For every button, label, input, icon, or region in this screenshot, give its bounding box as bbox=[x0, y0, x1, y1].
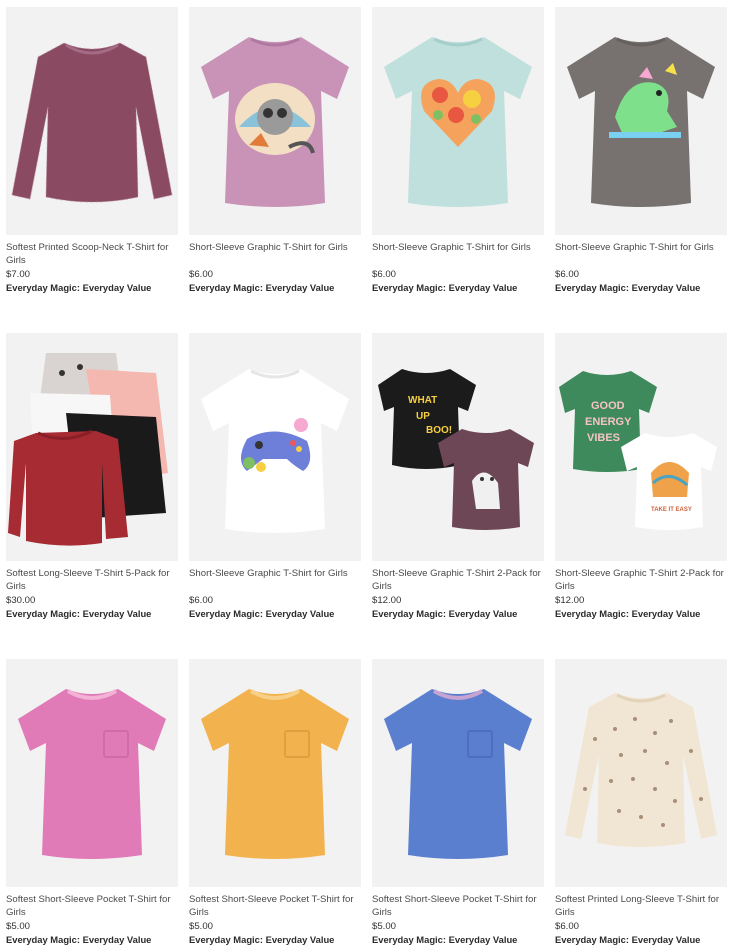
pink-pocket-tee-image bbox=[6, 659, 178, 887]
product-price: $7.00 bbox=[6, 269, 31, 280]
graphic-text-line-3: VIBES bbox=[587, 432, 620, 444]
product-price: $12.00 bbox=[555, 595, 585, 606]
burgundy-long-sleeve-tee-image bbox=[6, 7, 178, 235]
product-promo: Everyday Magic: Everyday Value bbox=[6, 282, 152, 293]
product-price: $6.00 bbox=[555, 921, 580, 932]
lilac-raccoon-graphic-tee-image bbox=[189, 7, 361, 235]
product-title[interactable]: Softest Short-Sleeve Pocket T-Shirt for … bbox=[6, 893, 178, 919]
product-card[interactable]: Softest Long-Sleeve T-Shirt 5-Pack for G… bbox=[6, 333, 178, 620]
product-title[interactable]: Softest Short-Sleeve Pocket T-Shirt for … bbox=[189, 893, 361, 919]
product-card[interactable]: Softest Printed Scoop-Neck T-Shirt for G… bbox=[6, 7, 178, 294]
product-price: $5.00 bbox=[372, 921, 397, 932]
graphic-text-line-2: UP bbox=[416, 411, 430, 422]
product-title[interactable]: Softest Short-Sleeve Pocket T-Shirt for … bbox=[372, 893, 544, 919]
product-promo: Everyday Magic: Everyday Value bbox=[555, 934, 701, 945]
product-promo: Everyday Magic: Everyday Value bbox=[372, 608, 518, 619]
product-card[interactable]: Short-Sleeve Graphic T-Shirt for Girls $… bbox=[189, 333, 361, 620]
product-image[interactable] bbox=[555, 659, 727, 887]
product-title[interactable]: Short-Sleeve Graphic T-Shirt 2-Pack for … bbox=[372, 567, 544, 593]
graphic-text-line-1: WHAT bbox=[408, 395, 437, 406]
product-image[interactable] bbox=[189, 659, 361, 887]
product-price: $6.00 bbox=[555, 269, 580, 280]
five-pack-long-sleeve-tees-image bbox=[6, 333, 178, 561]
product-card[interactable]: Short-Sleeve Graphic T-Shirt for Girls $… bbox=[372, 7, 544, 294]
product-image[interactable] bbox=[372, 7, 544, 235]
product-card[interactable]: Softest Printed Long-Sleeve T-Shirt for … bbox=[555, 659, 727, 946]
green-and-white-2-pack-image: GOOD ENERGY VIBES TAKE IT EASY bbox=[555, 333, 727, 561]
product-title[interactable]: Short-Sleeve Graphic T-Shirt for Girls bbox=[555, 241, 727, 267]
product-price: $5.00 bbox=[189, 921, 214, 932]
product-price: $5.00 bbox=[6, 921, 31, 932]
product-image[interactable] bbox=[189, 333, 361, 561]
product-promo: Everyday Magic: Everyday Value bbox=[189, 282, 335, 293]
product-title[interactable]: Short-Sleeve Graphic T-Shirt for Girls bbox=[189, 567, 361, 593]
graphic-text-line: TAKE IT EASY bbox=[651, 507, 692, 513]
black-and-plum-2-pack-image: WHAT UP BOO! bbox=[372, 333, 544, 561]
product-image[interactable]: WHAT UP BOO! bbox=[372, 333, 544, 561]
product-title[interactable]: Short-Sleeve Graphic T-Shirt 2-Pack for … bbox=[555, 567, 727, 593]
product-image[interactable] bbox=[6, 659, 178, 887]
product-title[interactable]: Softest Long-Sleeve T-Shirt 5-Pack for G… bbox=[6, 567, 178, 593]
product-card[interactable]: Softest Short-Sleeve Pocket T-Shirt for … bbox=[372, 659, 544, 946]
product-grid: Softest Printed Scoop-Neck T-Shirt for G… bbox=[0, 0, 729, 950]
cream-leopard-long-sleeve-tee-image bbox=[555, 659, 727, 887]
product-card[interactable]: WHAT UP BOO! Short-Sleeve Graphic T-Shir… bbox=[372, 333, 544, 620]
white-game-controller-tee-image bbox=[189, 333, 361, 561]
product-title[interactable]: Softest Printed Long-Sleeve T-Shirt for … bbox=[555, 893, 727, 919]
product-promo: Everyday Magic: Everyday Value bbox=[6, 608, 152, 619]
product-image[interactable] bbox=[555, 7, 727, 235]
product-image[interactable]: GOOD ENERGY VIBES TAKE IT EASY bbox=[555, 333, 727, 561]
graphic-text-line-2: ENERGY bbox=[585, 416, 632, 428]
product-card[interactable]: Softest Short-Sleeve Pocket T-Shirt for … bbox=[6, 659, 178, 946]
product-promo: Everyday Magic: Everyday Value bbox=[555, 282, 701, 293]
graphic-text-line-3: BOO! bbox=[426, 425, 452, 436]
product-image[interactable] bbox=[6, 7, 178, 235]
product-title[interactable]: Short-Sleeve Graphic T-Shirt for Girls bbox=[189, 241, 361, 267]
yellow-pocket-tee-image bbox=[189, 659, 361, 887]
product-card[interactable]: Short-Sleeve Graphic T-Shirt for Girls $… bbox=[189, 7, 361, 294]
product-price: $30.00 bbox=[6, 595, 36, 606]
product-image[interactable] bbox=[6, 333, 178, 561]
product-card[interactable]: Softest Short-Sleeve Pocket T-Shirt for … bbox=[189, 659, 361, 946]
product-price: $6.00 bbox=[189, 595, 214, 606]
product-promo: Everyday Magic: Everyday Value bbox=[6, 934, 152, 945]
product-price: $12.00 bbox=[372, 595, 402, 606]
product-card[interactable]: Short-Sleeve Graphic T-Shirt for Girls $… bbox=[555, 7, 727, 294]
product-promo: Everyday Magic: Everyday Value bbox=[189, 608, 335, 619]
graphic-text-line-1: GOOD bbox=[591, 400, 625, 412]
product-price: $6.00 bbox=[372, 269, 397, 280]
product-title[interactable]: Short-Sleeve Graphic T-Shirt for Girls bbox=[372, 241, 544, 267]
product-promo: Everyday Magic: Everyday Value bbox=[372, 282, 518, 293]
product-promo: Everyday Magic: Everyday Value bbox=[189, 934, 335, 945]
blue-pocket-tee-image bbox=[372, 659, 544, 887]
product-price: $6.00 bbox=[189, 269, 214, 280]
grey-dinosaur-tee-image bbox=[555, 7, 727, 235]
product-promo: Everyday Magic: Everyday Value bbox=[555, 608, 701, 619]
mint-floral-heart-tee-image bbox=[372, 7, 544, 235]
product-card[interactable]: GOOD ENERGY VIBES TAKE IT EASY Short-Sle… bbox=[555, 333, 727, 620]
product-image[interactable] bbox=[372, 659, 544, 887]
product-title[interactable]: Softest Printed Scoop-Neck T-Shirt for G… bbox=[6, 241, 178, 267]
product-image[interactable] bbox=[189, 7, 361, 235]
product-promo: Everyday Magic: Everyday Value bbox=[372, 934, 518, 945]
